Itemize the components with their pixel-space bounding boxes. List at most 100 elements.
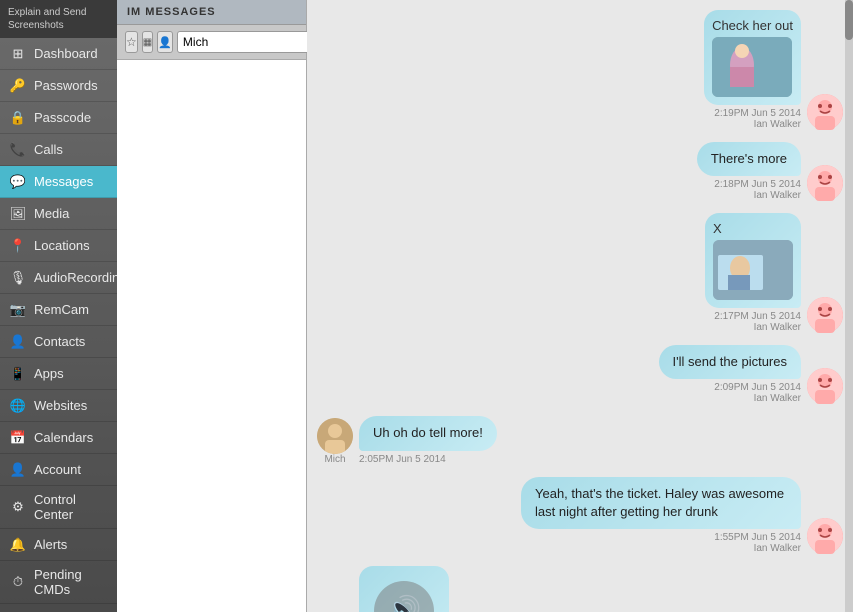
chat-panel[interactable]: Check her out 2:19PM Jun 5 2014 Ian Walk…: [307, 0, 853, 612]
message-row: Check her out 2:19PM Jun 5 2014 Ian Walk…: [317, 10, 843, 130]
avatar: [807, 368, 843, 404]
sidebar-item-label: Dashboard: [34, 46, 98, 61]
contacts-icon: 👤: [10, 334, 26, 350]
message-sender: Ian Walker: [754, 119, 801, 130]
message-row: Yeah, that's the ticket. Haley was aweso…: [317, 477, 843, 554]
contacts-panel: IM MESSAGES ☆ ▦ 👤 Mich ▶: [117, 0, 307, 612]
avatar: [317, 418, 353, 454]
message-bubble: Check her out: [704, 10, 801, 105]
sidebar-header: Explain and Send Screenshots: [0, 0, 117, 38]
locations-icon: 📍: [10, 238, 26, 254]
message-time: 2:19PM Jun 5 2014: [714, 108, 801, 119]
message-sender: Ian Walker: [754, 393, 801, 404]
main-area: IM MESSAGES ☆ ▦ 👤 Mich ▶ Check her out: [117, 0, 853, 612]
avatar: [807, 297, 843, 333]
audio-message-bubble[interactable]: 🔊: [359, 566, 449, 612]
message-row: Mich 🔊 1:55PM Jun 5 2014: [317, 566, 843, 612]
message-bubble: Uh oh do tell more!: [359, 416, 497, 450]
message-row: There's more 2:18PM Jun 5 2014 Ian Walke…: [317, 142, 843, 201]
sidebar-item-messages[interactable]: 💬 Messages: [0, 166, 117, 198]
im-messages-header: IM MESSAGES: [117, 0, 306, 25]
sidebar-item-control-center[interactable]: ⚙ Control Center: [0, 486, 117, 529]
message-image: [713, 240, 793, 300]
contacts-list[interactable]: [117, 60, 306, 612]
filter-button[interactable]: ▦: [142, 31, 153, 53]
sidebar-item-label: Messages: [34, 174, 93, 189]
message-text: X: [713, 221, 722, 236]
sidebar-item-label: Locations: [34, 238, 90, 253]
sidebar-item-label: Pending CMDs: [34, 567, 107, 597]
sidebar-item-label: RemCam: [34, 302, 89, 317]
message-time: 2:18PM Jun 5 2014: [714, 179, 801, 190]
message-sender: Ian Walker: [754, 190, 801, 201]
sidebar-item-apps[interactable]: 📱 Apps: [0, 358, 117, 390]
sidebar-item-websites[interactable]: 🌐 Websites: [0, 390, 117, 422]
sidebar-item-label: Contacts: [34, 334, 85, 349]
sidebar-item-label: Passcode: [34, 110, 91, 125]
sidebar-item-audio-recordings[interactable]: 🎙 AudioRecordings: [0, 262, 117, 294]
message-time: 2:17PM Jun 5 2014: [714, 311, 801, 322]
websites-icon: 🌐: [10, 398, 26, 414]
audio-play-icon[interactable]: 🔊: [374, 581, 434, 612]
message-bubble: I'll send the pictures: [659, 345, 802, 379]
pending-cmds-icon: ⏱: [10, 574, 26, 590]
sidebar: Explain and Send Screenshots ⊞ Dashboard…: [0, 0, 117, 612]
avatar: [807, 165, 843, 201]
sidebar-item-label: Apps: [34, 366, 64, 381]
sidebar-item-account[interactable]: 👤 Account: [0, 454, 117, 486]
sidebar-item-pending-cmds[interactable]: ⏱ Pending CMDs: [0, 561, 117, 604]
sidebar-item-media[interactable]: 🖼 Media: [0, 198, 117, 230]
contacts-toolbar: ☆ ▦ 👤 Mich ▶: [117, 25, 306, 60]
sidebar-item-label: Websites: [34, 398, 87, 413]
sidebar-item-label: Passwords: [34, 78, 98, 93]
message-sender: Ian Walker: [754, 322, 801, 333]
message-sender: Mich: [324, 454, 345, 465]
scrollbar-track: [845, 0, 853, 612]
message-time: 2:09PM Jun 5 2014: [714, 382, 801, 393]
alerts-icon: 🔔: [10, 537, 26, 553]
sidebar-item-passcode[interactable]: 🔒 Passcode: [0, 102, 117, 134]
account-icon: 👤: [10, 462, 26, 478]
message-sender: Ian Walker: [754, 543, 801, 554]
message-bubble: X: [705, 213, 801, 308]
sidebar-item-label: Calendars: [34, 430, 93, 445]
calendars-icon: 📅: [10, 430, 26, 446]
audio-recordings-icon: 🎙: [10, 270, 26, 286]
message-row: X 2:17PM Jun 5 2014 Ian Walker: [317, 213, 843, 333]
sidebar-item-label: Alerts: [34, 537, 67, 552]
message-bubble: There's more: [697, 142, 801, 176]
message-image: [712, 37, 792, 97]
passwords-icon: 🔑: [10, 78, 26, 94]
sidebar-item-calls[interactable]: 📞 Calls: [0, 134, 117, 166]
sidebar-item-calendars[interactable]: 📅 Calendars: [0, 422, 117, 454]
message-row: I'll send the pictures 2:09PM Jun 5 2014…: [317, 345, 843, 404]
sidebar-item-label: Control Center: [34, 492, 107, 522]
apps-icon: 📱: [10, 366, 26, 382]
sidebar-item-alerts[interactable]: 🔔 Alerts: [0, 529, 117, 561]
message-text: Check her out: [712, 18, 793, 33]
passcode-icon: 🔒: [10, 110, 26, 126]
avatar: [807, 518, 843, 554]
sidebar-item-remcam[interactable]: 📷 RemCam: [0, 294, 117, 326]
contact-icon-button[interactable]: 👤: [157, 31, 173, 53]
sidebar-item-label: Media: [34, 206, 69, 221]
control-center-icon: ⚙: [10, 499, 26, 515]
media-icon: 🖼: [10, 206, 26, 222]
message-bubble: Yeah, that's the ticket. Haley was aweso…: [521, 477, 801, 529]
avatar: [807, 94, 843, 130]
messages-icon: 💬: [10, 174, 26, 190]
sidebar-item-contacts[interactable]: 👤 Contacts: [0, 326, 117, 358]
message-time: 1:55PM Jun 5 2014: [714, 532, 801, 543]
scrollbar-thumb[interactable]: [845, 0, 853, 40]
message-time: 2:05PM Jun 5 2014: [359, 454, 446, 465]
sidebar-item-locations[interactable]: 📍 Locations: [0, 230, 117, 262]
sidebar-item-dashboard[interactable]: ⊞ Dashboard: [0, 38, 117, 70]
sidebar-item-label: Account: [34, 462, 81, 477]
remcam-icon: 📷: [10, 302, 26, 318]
message-row: Mich Uh oh do tell more! 2:05PM Jun 5 20…: [317, 416, 843, 464]
sidebar-item-passwords[interactable]: 🔑 Passwords: [0, 70, 117, 102]
sidebar-item-label: Calls: [34, 142, 63, 157]
calls-icon: 📞: [10, 142, 26, 158]
star-button[interactable]: ☆: [125, 31, 138, 53]
dashboard-icon: ⊞: [10, 46, 26, 62]
